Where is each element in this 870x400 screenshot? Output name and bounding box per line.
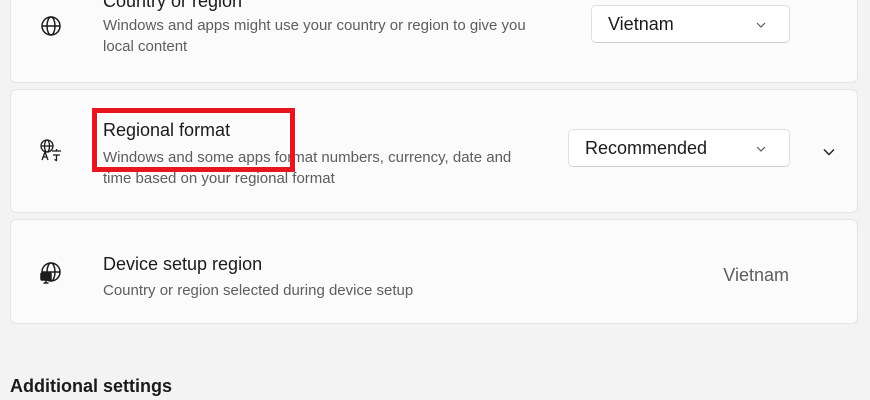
regional-format-dropdown[interactable]: Recommended	[568, 129, 790, 167]
chevron-down-icon	[755, 143, 767, 155]
country-region-title: Country or region	[103, 0, 243, 11]
highlight-box	[92, 108, 295, 172]
device-setup-region-value: Vietnam	[723, 265, 789, 285]
chevron-down-icon	[755, 19, 767, 31]
device-setup-region-description: Country or region selected during device…	[103, 282, 414, 299]
device-setup-region-title: Device setup region	[103, 254, 263, 274]
country-region-dropdown-value: Vietnam	[608, 13, 674, 34]
country-region-description: Windows and apps might use your country …	[103, 17, 526, 55]
globe-icon	[39, 14, 63, 38]
country-region-card: Country or region Windows and apps might…	[10, 0, 858, 83]
language-globe-icon	[39, 138, 63, 162]
globe-monitor-icon	[39, 260, 63, 284]
country-region-dropdown[interactable]: Vietnam	[591, 5, 790, 43]
additional-settings-heading: Additional settings	[10, 376, 172, 396]
regional-format-dropdown-value: Recommended	[585, 137, 708, 158]
expand-chevron-icon[interactable]	[822, 145, 836, 159]
device-setup-region-card: Device setup region Country or region se…	[10, 219, 858, 324]
